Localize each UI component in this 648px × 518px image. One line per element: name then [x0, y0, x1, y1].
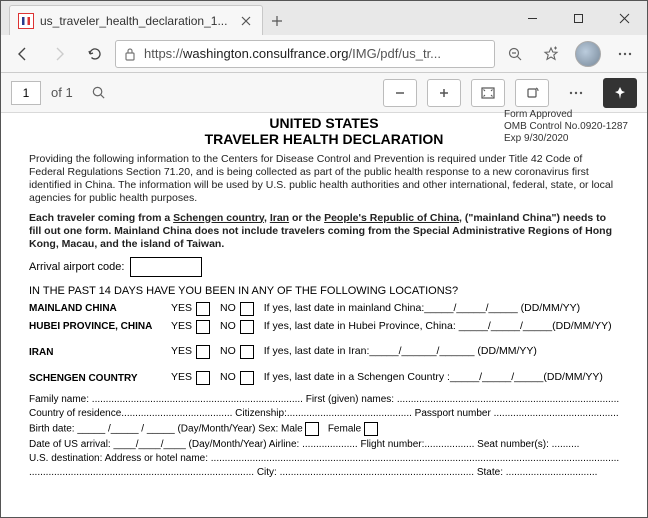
question-14days: IN THE PAST 14 DAYS HAVE YOU BEEN IN ANY…	[29, 285, 619, 297]
schengen-no-checkbox[interactable]	[240, 371, 254, 385]
favorites-button[interactable]	[535, 39, 567, 69]
schengen-yes-checkbox[interactable]	[196, 371, 210, 385]
iran-no-checkbox[interactable]	[240, 345, 254, 359]
requirement-paragraph: Each traveler coming from a Schengen cou…	[29, 212, 619, 251]
page-count: of 1	[51, 85, 73, 100]
pdf-search-button[interactable]	[83, 78, 115, 108]
close-window-button[interactable]	[601, 3, 647, 33]
hubei-no-checkbox[interactable]	[240, 320, 254, 334]
zoom-in-button[interactable]	[427, 79, 461, 107]
reload-button[interactable]	[79, 39, 111, 69]
back-button[interactable]	[7, 39, 39, 69]
page-number-input[interactable]	[11, 81, 41, 105]
minimize-button[interactable]	[509, 3, 555, 33]
sex-male-checkbox[interactable]	[305, 422, 319, 436]
browser-tab[interactable]: us_traveler_health_declaration_1...	[9, 5, 263, 35]
zoom-button[interactable]	[499, 39, 531, 69]
lock-icon	[124, 47, 136, 61]
destination-row: U.S. destination: Address or hotel name:…	[29, 453, 619, 464]
tab-title: us_traveler_health_declaration_1...	[40, 14, 232, 28]
address-bar: https://washington.consulfrance.org/IMG/…	[1, 35, 647, 73]
forward-button	[43, 39, 75, 69]
birth-row: Birth date: _____ /_____ / _____ (Day/Mo…	[29, 422, 619, 436]
pdf-page: Form ApprovedOMB Control No.0920-1287Exp…	[1, 113, 647, 491]
maximize-button[interactable]	[555, 3, 601, 33]
arrival-airport-input[interactable]	[130, 257, 202, 277]
url-text: https://washington.consulfrance.org/IMG/…	[144, 46, 486, 61]
favicon-icon	[18, 13, 34, 29]
pdf-more-button[interactable]	[559, 79, 593, 107]
sex-female-checkbox[interactable]	[364, 422, 378, 436]
zoom-out-button[interactable]	[383, 79, 417, 107]
row-mainland-china: MAINLAND CHINA YES NO If yes, last date …	[29, 301, 619, 317]
pdf-toolbar: of 1	[1, 73, 647, 113]
profile-avatar[interactable]	[575, 41, 601, 67]
hubei-yes-checkbox[interactable]	[196, 320, 210, 334]
window-controls	[509, 1, 647, 35]
close-tab-button[interactable]	[238, 13, 254, 29]
titlebar: us_traveler_health_declaration_1...	[1, 1, 647, 35]
family-name-row: Family name: ...........................…	[29, 394, 619, 405]
pin-toolbar-button[interactable]	[603, 78, 637, 108]
menu-button[interactable]	[609, 39, 641, 69]
row-iran: IRAN YES NO If yes, last date in Iran:__…	[29, 344, 619, 360]
form-approval-block: Form ApprovedOMB Control No.0920-1287Exp…	[504, 113, 628, 145]
residence-row: Country of residence....................…	[29, 408, 619, 419]
arrival-airport-row: Arrival airport code:	[29, 257, 619, 277]
intro-paragraph: Providing the following information to t…	[29, 153, 619, 206]
pdf-viewport[interactable]: Form ApprovedOMB Control No.0920-1287Exp…	[1, 113, 647, 517]
city-state-row: ........................................…	[29, 467, 619, 478]
row-schengen: SCHENGEN COUNTRY YES NO If yes, last dat…	[29, 370, 619, 386]
row-hubei: HUBEI PROVINCE, CHINA YES NO If yes, las…	[29, 319, 619, 335]
iran-yes-checkbox[interactable]	[196, 345, 210, 359]
mainland-yes-checkbox[interactable]	[196, 302, 210, 316]
mainland-no-checkbox[interactable]	[240, 302, 254, 316]
url-input[interactable]: https://washington.consulfrance.org/IMG/…	[115, 40, 495, 68]
new-tab-button[interactable]	[263, 7, 291, 35]
fit-page-button[interactable]	[471, 79, 505, 107]
rotate-button[interactable]	[515, 79, 549, 107]
arrival-date-row: Date of US arrival: ____/____/____ (Day/…	[29, 439, 619, 450]
